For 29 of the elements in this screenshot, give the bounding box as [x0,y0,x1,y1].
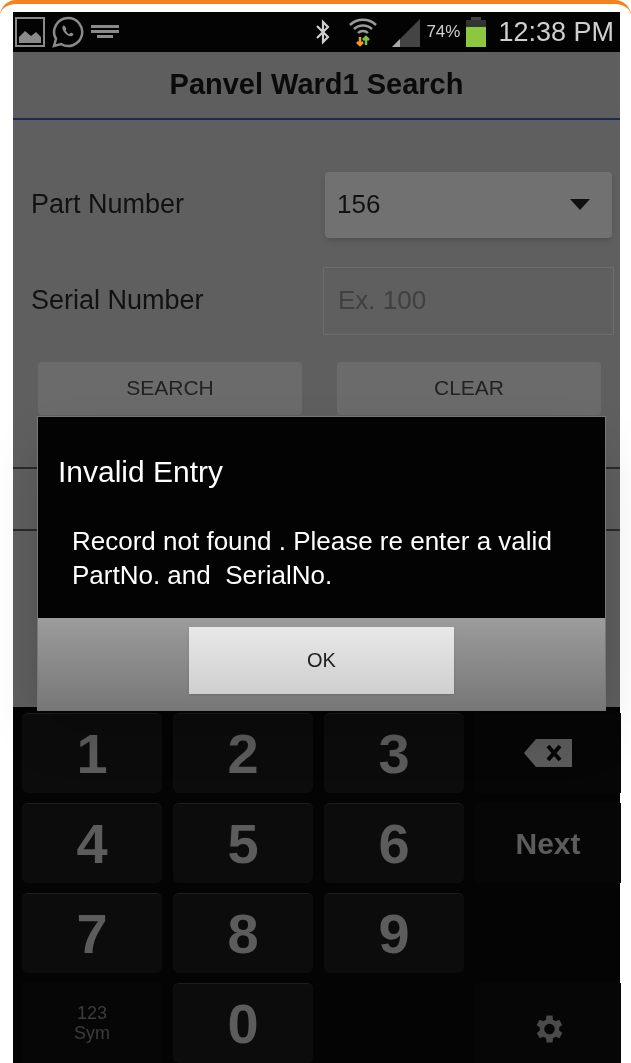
battery-icon [466,17,487,47]
picture-icon [15,17,45,47]
dialog-message: Record not found . Please re enter a valid PartNo. and SerialNo. [72,524,553,592]
digit-key[interactable]: 2 [173,713,313,793]
wifi-icon [348,17,379,47]
digit-key[interactable]: 3 [324,713,464,793]
digit-key[interactable]: 6 [324,803,464,883]
ok-button[interactable]: OK [189,626,454,694]
digit-key[interactable]: 7 [22,893,162,973]
chat-bubble-icon [51,15,85,49]
digit-key[interactable]: 0 [173,983,313,1063]
signal-icon [392,17,421,47]
digit-key[interactable]: 5 [173,803,313,883]
digit-key[interactable]: 9 [324,893,464,973]
dialog-title: Invalid Entry [58,453,225,490]
digit-key[interactable]: 4 [22,803,162,883]
backspace-icon [524,739,572,767]
battery-percent: 74% [426,21,461,44]
clock-time: 12:38 PM [498,15,614,49]
field-label: Serial Number [31,284,205,318]
form-button[interactable]: CLEAR [337,361,601,415]
part-number-dropdown[interactable]: 156 [325,171,612,238]
digit-key[interactable]: 1 [22,713,162,793]
dropdown-caret-icon [570,199,590,211]
field-label: Part Number [31,188,186,222]
digit-key[interactable]: 8 [173,893,313,973]
screen-title: Panvel Ward1 Search [169,67,464,103]
form-button[interactable]: SEARCH [38,361,302,415]
keyboard-icon [91,25,119,39]
